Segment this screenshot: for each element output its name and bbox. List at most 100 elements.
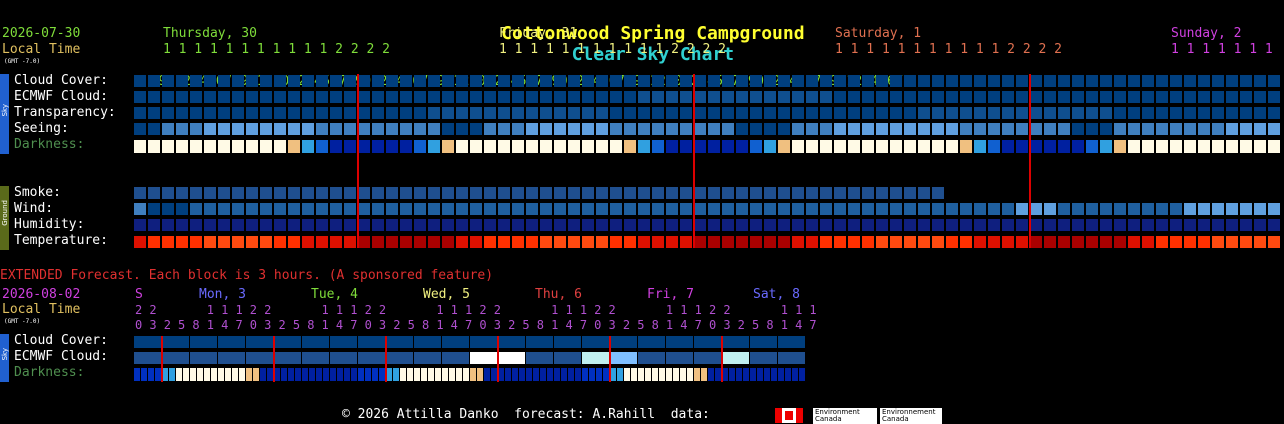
humidity-block[interactable] — [792, 219, 804, 231]
wind-block[interactable] — [344, 203, 356, 215]
ext-darkness-block[interactable] — [596, 368, 602, 381]
ext-darkness-block[interactable] — [211, 368, 217, 381]
sky-block[interactable] — [918, 107, 930, 119]
seeing-block[interactable] — [960, 123, 972, 135]
wind-block[interactable] — [862, 203, 874, 215]
seeing-block[interactable] — [442, 123, 454, 135]
sky-block[interactable] — [232, 91, 244, 103]
wind-block[interactable] — [554, 203, 566, 215]
wind-block[interactable] — [1170, 203, 1182, 215]
ext-darkness-block[interactable] — [316, 368, 322, 381]
sky-block[interactable] — [722, 107, 734, 119]
ext-ecmwf-block[interactable] — [554, 352, 581, 364]
ext-darkness-block[interactable] — [470, 368, 476, 381]
ext-darkness-block[interactable] — [260, 368, 266, 381]
darkness-block[interactable] — [582, 140, 594, 153]
ext-darkness-block[interactable] — [372, 368, 378, 381]
sky-block[interactable] — [260, 107, 272, 119]
ext-ecmwf-block[interactable] — [582, 352, 609, 364]
sky-block[interactable] — [582, 91, 594, 103]
smoke-block[interactable] — [624, 187, 636, 199]
temperature-block[interactable] — [162, 236, 174, 248]
sky-block[interactable] — [736, 91, 748, 103]
wind-block[interactable] — [540, 203, 552, 215]
sky-block[interactable] — [358, 107, 370, 119]
seeing-block[interactable] — [820, 123, 832, 135]
temperature-block[interactable] — [1128, 236, 1140, 248]
darkness-block[interactable] — [260, 140, 272, 153]
seeing-block[interactable] — [204, 123, 216, 135]
ext-darkness-block[interactable] — [645, 368, 651, 381]
ext-ecmwf-block[interactable] — [386, 352, 413, 364]
sky-block[interactable] — [932, 75, 944, 87]
humidity-block[interactable] — [1198, 219, 1210, 231]
wind-block[interactable] — [848, 203, 860, 215]
sky-block[interactable] — [834, 91, 846, 103]
darkness-block[interactable] — [624, 140, 636, 153]
sky-block[interactable] — [176, 107, 188, 119]
ext-darkness-block[interactable] — [624, 368, 630, 381]
ext-darkness-block[interactable] — [421, 368, 427, 381]
ext-darkness-block[interactable] — [526, 368, 532, 381]
sky-block[interactable] — [946, 107, 958, 119]
wind-block[interactable] — [1016, 203, 1028, 215]
sky-block[interactable] — [988, 75, 1000, 87]
ext-cloud-block[interactable] — [694, 336, 721, 348]
seeing-block[interactable] — [302, 123, 314, 135]
ext-cloud-block[interactable] — [358, 336, 385, 348]
smoke-block[interactable] — [652, 187, 664, 199]
sky-block[interactable] — [554, 107, 566, 119]
seeing-block[interactable] — [1072, 123, 1084, 135]
sky-block[interactable] — [316, 75, 328, 87]
sky-block[interactable] — [1240, 107, 1252, 119]
ext-cloud-block[interactable] — [442, 336, 469, 348]
darkness-block[interactable] — [918, 140, 930, 153]
wind-block[interactable] — [1156, 203, 1168, 215]
humidity-block[interactable] — [456, 219, 468, 231]
seeing-block[interactable] — [1044, 123, 1056, 135]
sky-block[interactable] — [1030, 91, 1042, 103]
ext-cloud-block[interactable] — [302, 336, 329, 348]
seeing-block[interactable] — [526, 123, 538, 135]
humidity-block[interactable] — [176, 219, 188, 231]
seeing-block[interactable] — [1240, 123, 1252, 135]
darkness-block[interactable] — [554, 140, 566, 153]
humidity-block[interactable] — [148, 219, 160, 231]
sky-block[interactable] — [918, 75, 930, 87]
sky-block[interactable] — [232, 107, 244, 119]
wind-block[interactable] — [190, 203, 202, 215]
sky-block[interactable] — [834, 107, 846, 119]
ext-darkness-block[interactable] — [694, 368, 700, 381]
wind-block[interactable] — [526, 203, 538, 215]
sky-block[interactable] — [946, 75, 958, 87]
temperature-block[interactable] — [890, 236, 902, 248]
sky-block[interactable] — [610, 107, 622, 119]
seeing-block[interactable] — [484, 123, 496, 135]
sky-block[interactable] — [1002, 107, 1014, 119]
ext-ecmwf-block[interactable] — [330, 352, 357, 364]
smoke-block[interactable] — [876, 187, 888, 199]
seeing-block[interactable] — [1170, 123, 1182, 135]
sky-block[interactable] — [316, 107, 328, 119]
sky-block[interactable] — [1072, 91, 1084, 103]
darkness-block[interactable] — [232, 140, 244, 153]
ext-darkness-block[interactable] — [477, 368, 483, 381]
sky-block[interactable] — [652, 75, 664, 87]
sky-block[interactable] — [1212, 91, 1224, 103]
wind-block[interactable] — [400, 203, 412, 215]
sky-block[interactable] — [526, 75, 538, 87]
smoke-block[interactable] — [554, 187, 566, 199]
environment-canada-text[interactable]: Environment Canada — [813, 408, 877, 424]
sky-block[interactable] — [442, 91, 454, 103]
sky-block[interactable] — [694, 107, 706, 119]
humidity-block[interactable] — [386, 219, 398, 231]
sky-block[interactable] — [848, 107, 860, 119]
humidity-block[interactable] — [1254, 219, 1266, 231]
seeing-block[interactable] — [652, 123, 664, 135]
darkness-block[interactable] — [638, 140, 650, 153]
temperature-block[interactable] — [666, 236, 678, 248]
seeing-block[interactable] — [708, 123, 720, 135]
sky-block[interactable] — [806, 75, 818, 87]
ext-darkness-block[interactable] — [337, 368, 343, 381]
sky-block[interactable] — [638, 75, 650, 87]
